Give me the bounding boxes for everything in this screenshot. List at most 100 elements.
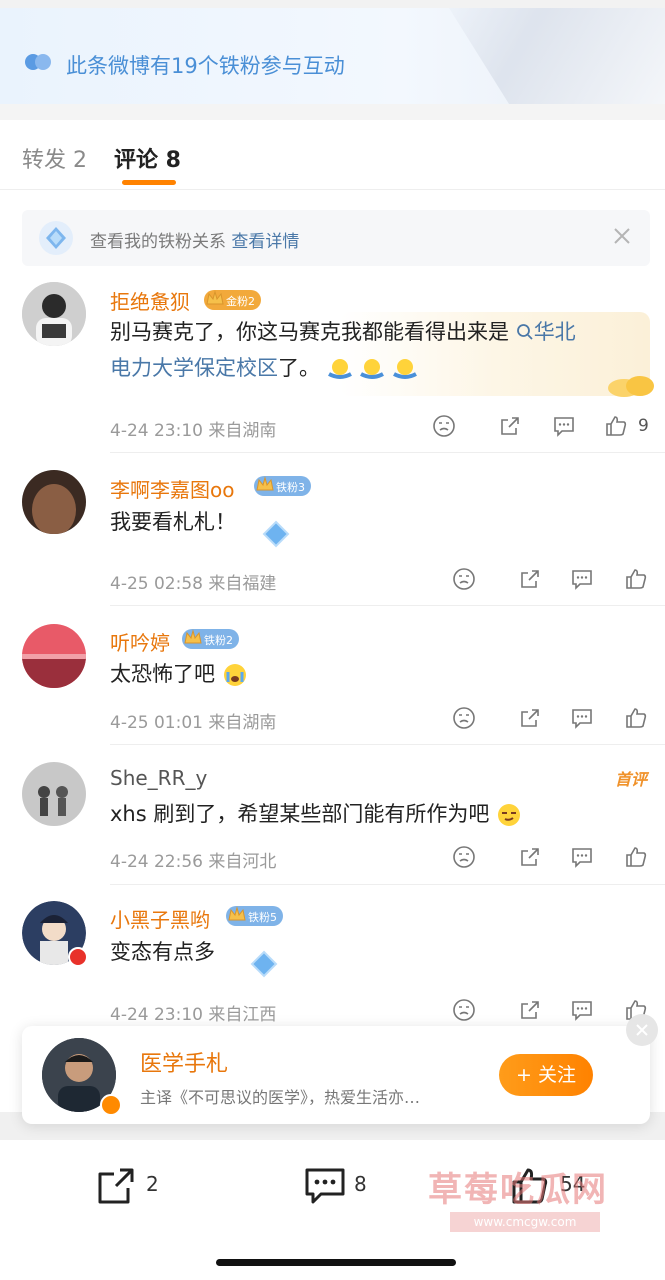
iron-fan-banner[interactable]: 此条微博有19个铁粉参与互动	[0, 8, 665, 104]
tab-active-indicator	[122, 180, 176, 185]
repost-action[interactable]: 2	[96, 1166, 159, 1206]
comment-text: 太恐怖了吧	[110, 656, 248, 692]
fan-relation-bar[interactable]: 查看我的铁粉关系 查看详情	[22, 210, 650, 266]
comment-meta: 4-24 23:10 来自江西	[110, 1005, 277, 1025]
comment-count: 8	[354, 1172, 367, 1196]
section-separator	[0, 104, 665, 120]
topic-link[interactable]: 华北	[516, 320, 576, 344]
comment-meta: 4-25 01:01 来自湖南	[110, 713, 277, 733]
reply-icon[interactable]	[570, 567, 594, 591]
topic-text: 华北	[533, 320, 576, 344]
follow-button[interactable]: + 关注	[499, 1054, 593, 1096]
fan-link-icon	[25, 54, 51, 70]
diamond-sticker-icon	[262, 520, 290, 548]
verified-badge	[68, 947, 88, 967]
dislike-face-icon[interactable]	[452, 567, 476, 591]
recommended-user-desc: 主译《不可思议的医学》，热爱生活亦…	[140, 1088, 421, 1107]
topic-text-line2[interactable]: 电力大学保定校区	[110, 356, 278, 380]
comment-text-part: 别马赛克了，你这马赛克我都能看得出来是	[110, 320, 516, 344]
dislike-face-icon[interactable]	[432, 414, 456, 438]
comment-meta: 4-24 23:10 来自湖南	[110, 421, 277, 441]
share-icon[interactable]	[518, 567, 542, 591]
avatar[interactable]	[22, 470, 86, 534]
repost-count: 2	[146, 1172, 159, 1196]
first-comment-tag: 首评	[614, 770, 647, 789]
tab-repost[interactable]: 转发 2	[22, 142, 87, 174]
watermark-url: www.cmcgw.com	[450, 1212, 600, 1232]
close-icon[interactable]	[610, 224, 634, 248]
banner-decoration	[449, 8, 665, 104]
like-icon[interactable]	[604, 414, 628, 438]
reply-icon[interactable]	[570, 706, 594, 730]
crown-icon	[184, 629, 202, 644]
follow-recommendation-card[interactable]: 医学手札 主译《不可思议的医学》，热爱生活亦… + 关注	[22, 1014, 658, 1124]
diamond-sticker-icon	[250, 950, 278, 978]
share-icon[interactable]	[518, 998, 542, 1022]
comment-icon	[305, 1168, 345, 1204]
tab-bar: 转发 2 评论 8	[0, 120, 665, 190]
verified-v-icon	[100, 1094, 122, 1116]
share-icon[interactable]	[498, 414, 522, 438]
dislike-face-icon[interactable]	[452, 706, 476, 730]
crown-icon	[206, 290, 224, 305]
avatar-image	[22, 762, 86, 826]
hug-emoji-icon	[360, 359, 385, 379]
like-icon[interactable]	[624, 567, 648, 591]
comment-text: 别马赛克了，你这马赛克我都能看得出来是 华北 电力大学保定校区了。	[110, 314, 640, 386]
fan-badge: 铁粉2	[182, 629, 239, 649]
comment-text: 变态有点多	[110, 940, 215, 964]
repost-icon	[98, 1168, 134, 1204]
like-icon[interactable]	[624, 845, 648, 869]
comment-text-part: xhs 刷到了，希望某些部门能有所作为吧	[110, 802, 490, 826]
fan-relation-label: 查看我的铁粉关系	[90, 232, 226, 252]
dislike-face-icon[interactable]	[452, 998, 476, 1022]
comment-text-part: 了。	[278, 356, 320, 380]
comment-action[interactable]: 8	[304, 1166, 367, 1206]
home-indicator[interactable]	[216, 1259, 456, 1266]
search-icon	[516, 324, 533, 340]
divider	[110, 884, 665, 885]
comment-text: xhs 刷到了，希望某些部门能有所作为吧	[110, 796, 522, 832]
avatar[interactable]	[22, 282, 86, 346]
watermark-text: 草莓吃瓜网	[428, 1170, 608, 1210]
username[interactable]: She_RR_y	[110, 766, 207, 790]
avatar[interactable]	[22, 901, 88, 967]
avatar-image	[22, 470, 86, 534]
avatar[interactable]	[22, 762, 86, 826]
fan-relation-text: 查看我的铁粉关系 查看详情	[90, 227, 299, 252]
username[interactable]: 小黑子黑哟	[110, 904, 210, 933]
tab-comment[interactable]: 评论 8	[114, 142, 181, 174]
like-count: 9	[638, 416, 649, 436]
fan-relation-link[interactable]: 查看详情	[231, 232, 299, 252]
top-strip	[0, 0, 665, 8]
username[interactable]: 听吟婷	[110, 627, 170, 656]
share-icon[interactable]	[518, 845, 542, 869]
fan-badge-label: 铁粉2	[204, 634, 233, 647]
avatar[interactable]	[22, 624, 86, 688]
close-glyph	[636, 1024, 648, 1036]
username[interactable]: 李啊李嘉图oo	[110, 474, 234, 503]
crown-icon	[256, 476, 274, 491]
avatar-image	[22, 282, 86, 346]
comment-text-part: 太恐怖了吧	[110, 662, 215, 686]
comment-meta: 4-25 02:58 来自福建	[110, 574, 277, 594]
reply-icon[interactable]	[552, 414, 576, 438]
avatar-image	[22, 624, 86, 688]
share-icon[interactable]	[518, 706, 542, 730]
recommended-user-name[interactable]: 医学手札	[140, 1046, 228, 1078]
banner-text: 此条微博有19个铁粉参与互动	[66, 54, 345, 78]
fan-badge-label: 铁粉5	[248, 911, 277, 924]
fan-badge-label: 金粉2	[226, 295, 255, 308]
hug-emoji-icon	[327, 359, 352, 379]
smirk-emoji-icon	[498, 804, 521, 826]
username[interactable]: 拒绝惫狈	[110, 286, 190, 315]
hug-emoji-icon	[393, 359, 418, 379]
close-icon[interactable]	[626, 1014, 658, 1046]
dislike-face-icon[interactable]	[452, 845, 476, 869]
cloud-decoration-icon	[608, 376, 654, 397]
fan-badge: 铁粉3	[254, 476, 311, 496]
reply-icon[interactable]	[570, 845, 594, 869]
like-icon[interactable]	[624, 706, 648, 730]
reply-icon[interactable]	[570, 998, 594, 1022]
crying-emoji-icon	[223, 664, 246, 686]
